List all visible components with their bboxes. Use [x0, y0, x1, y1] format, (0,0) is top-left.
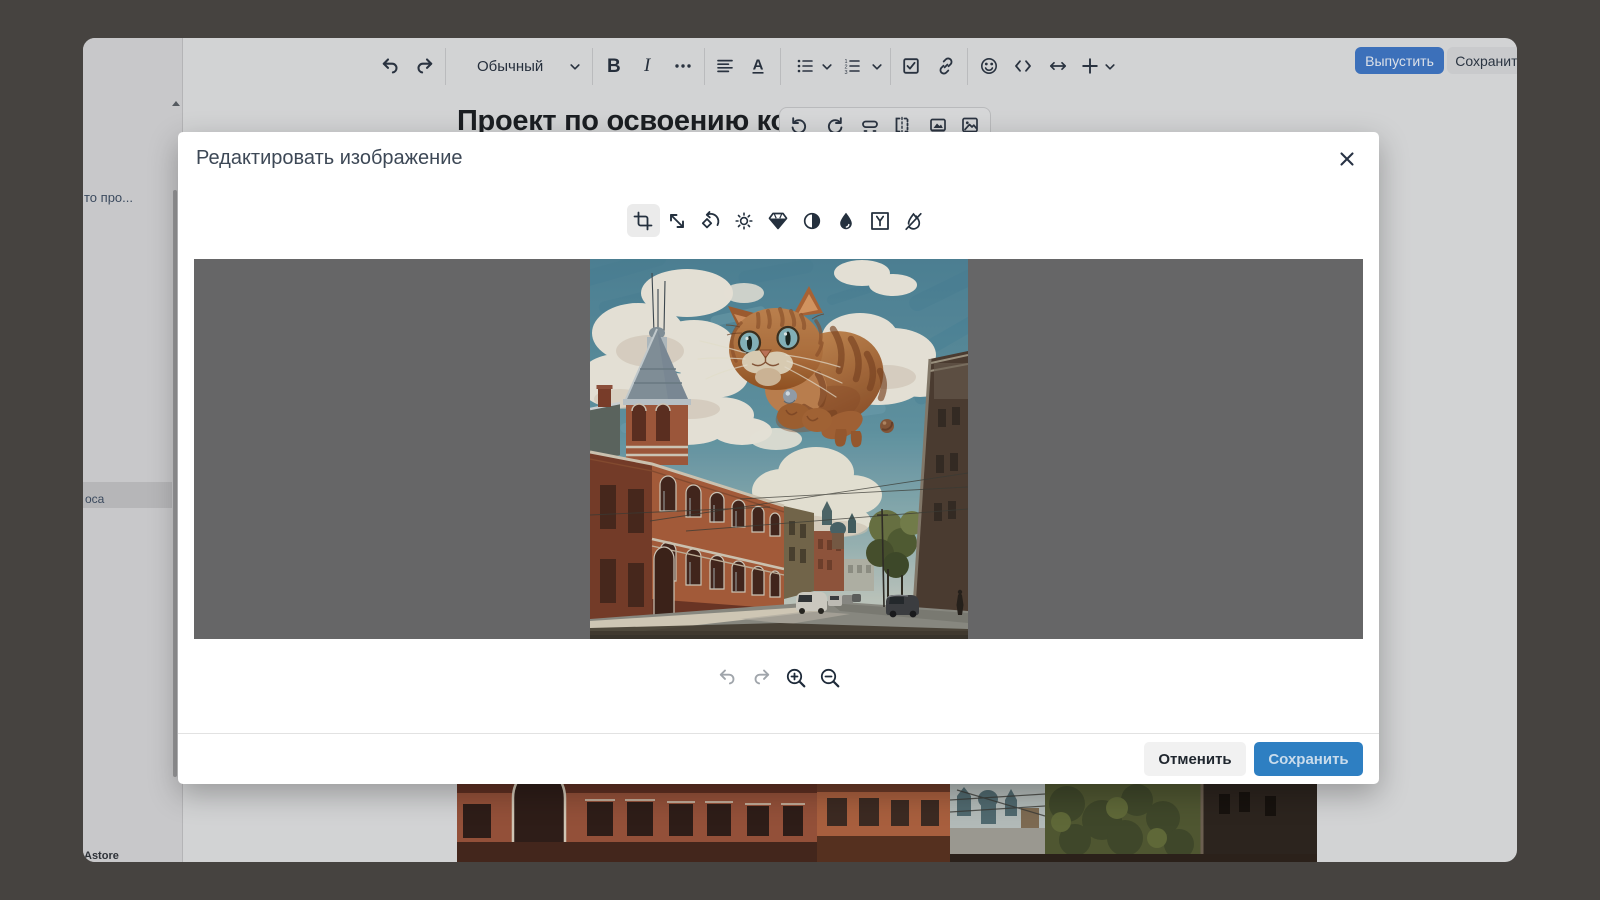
svg-text:3: 3: [844, 70, 847, 76]
svg-text:A: A: [753, 57, 764, 74]
